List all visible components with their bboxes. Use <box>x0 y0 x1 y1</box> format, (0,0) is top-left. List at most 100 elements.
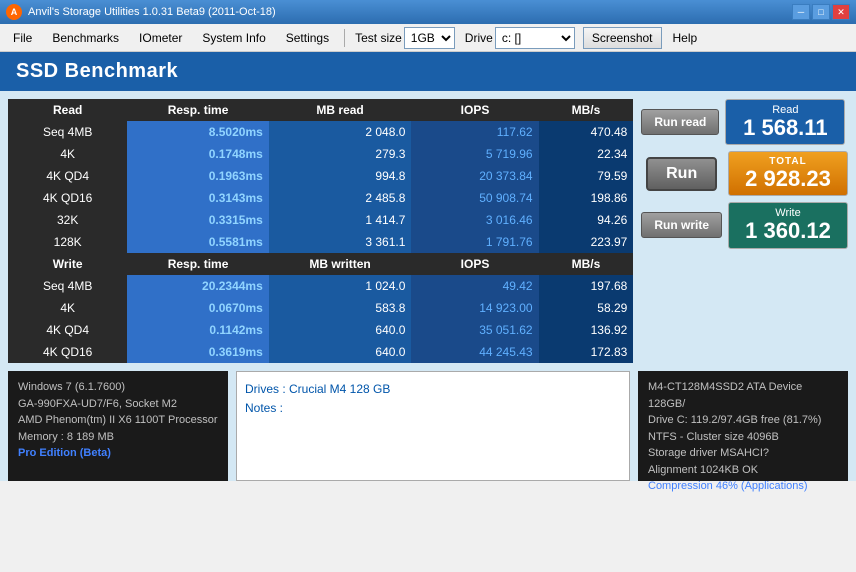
sys-os: Windows 7 (6.1.7600) <box>18 379 218 396</box>
cell-mb: 2 485.8 <box>269 187 412 209</box>
title-bar-left: A Anvil's Storage Utilities 1.0.31 Beta9… <box>6 4 276 20</box>
system-info: Windows 7 (6.1.7600) GA-990FXA-UD7/F6, S… <box>8 371 228 481</box>
cell-resp-w: 20.2344ms <box>127 275 268 297</box>
run-total-row: Run TOTAL 2 928.23 <box>641 151 848 196</box>
close-button[interactable]: ✕ <box>832 4 850 20</box>
test-size-label: Test size <box>355 31 402 45</box>
main-content: SSD Benchmark Read Resp. time MB read IO… <box>0 52 856 481</box>
screenshot-button[interactable]: Screenshot <box>583 27 662 49</box>
drive-info: M4-CT128M4SSD2 ATA Device 128GB/ Drive C… <box>638 371 848 481</box>
drive-select[interactable]: c: [] <box>495 27 575 49</box>
cell-mb-w: 1 024.0 <box>269 275 412 297</box>
cell-iops: 117.62 <box>411 121 538 143</box>
table-row: Seq 4MB 8.5020ms 2 048.0 117.62 470.48 <box>8 121 633 143</box>
sys-memory: Memory : 8 189 MB <box>18 429 218 446</box>
benchmark-table: Read Resp. time MB read IOPS MB/s Seq 4M… <box>8 99 633 363</box>
content-area: Read Resp. time MB read IOPS MB/s Seq 4M… <box>0 91 856 371</box>
drive-ntfs: NTFS - Cluster size 4096B <box>648 429 838 446</box>
write-header-row: Write Resp. time MB written IOPS MB/s <box>8 253 633 275</box>
title-bar-controls: ─ □ ✕ <box>792 4 850 20</box>
run-write-button[interactable]: Run write <box>641 212 722 238</box>
cell-mb: 2 048.0 <box>269 121 412 143</box>
menu-file[interactable]: File <box>4 27 41 49</box>
table-row: 32K 0.3315ms 1 414.7 3 016.46 94.26 <box>8 209 633 231</box>
notes-area[interactable]: Drives : Crucial M4 128 GB Notes : <box>236 371 630 481</box>
cell-iops: 5 719.96 <box>411 143 538 165</box>
col-iops: IOPS <box>411 99 538 121</box>
total-score-value: 2 928.23 <box>739 167 837 191</box>
minimize-button[interactable]: ─ <box>792 4 810 20</box>
row-label: 4K <box>8 297 127 319</box>
cell-iops-w: 44 245.43 <box>411 341 538 363</box>
table-row: 4K 0.1748ms 279.3 5 719.96 22.34 <box>8 143 633 165</box>
run-write-row: Run write Write 1 360.12 <box>641 202 848 248</box>
menu-help[interactable]: Help <box>664 27 707 49</box>
cell-mb: 279.3 <box>269 143 412 165</box>
menu-iometer[interactable]: IOmeter <box>130 27 191 49</box>
menu-bar: File Benchmarks IOmeter System Info Sett… <box>0 24 856 52</box>
cell-resp-w: 0.1142ms <box>127 319 268 341</box>
cell-resp: 0.3143ms <box>127 187 268 209</box>
table-row: Seq 4MB 20.2344ms 1 024.0 49.42 197.68 <box>8 275 633 297</box>
cell-iops-w: 14 923.00 <box>411 297 538 319</box>
cell-mb-w: 640.0 <box>269 341 412 363</box>
bottom-area: Windows 7 (6.1.7600) GA-990FXA-UD7/F6, S… <box>8 371 848 481</box>
cell-mbs: 198.86 <box>539 187 634 209</box>
cell-mbs: 470.48 <box>539 121 634 143</box>
run-read-row: Run read Read 1 568.11 <box>641 99 848 145</box>
table-row: 4K QD4 0.1142ms 640.0 35 051.62 136.92 <box>8 319 633 341</box>
cell-iops-w: 35 051.62 <box>411 319 538 341</box>
col-resp: Resp. time <box>127 99 268 121</box>
read-score-value: 1 568.11 <box>736 116 834 140</box>
write-score-box: Write 1 360.12 <box>728 202 848 248</box>
col-iops-w: IOPS <box>411 253 538 275</box>
table-row: 4K QD4 0.1963ms 994.8 20 373.84 79.59 <box>8 165 633 187</box>
cell-mb-w: 583.8 <box>269 297 412 319</box>
app-icon: A <box>6 4 22 20</box>
drive-label: Drive <box>465 31 493 45</box>
cell-mbs: 79.59 <box>539 165 634 187</box>
col-mb-read: MB read <box>269 99 412 121</box>
cell-resp-w: 0.3619ms <box>127 341 268 363</box>
cell-mb: 3 361.1 <box>269 231 412 253</box>
cell-resp: 0.5581ms <box>127 231 268 253</box>
drive-storage: Storage driver MSAHCI? <box>648 445 838 462</box>
col-resp-w: Resp. time <box>127 253 268 275</box>
col-write: Write <box>8 253 127 275</box>
row-label: 4K QD4 <box>8 319 127 341</box>
drive-c: Drive C: 119.2/97.4GB free (81.7%) <box>648 412 838 429</box>
col-mbs-w: MB/s <box>539 253 634 275</box>
cell-resp: 8.5020ms <box>127 121 268 143</box>
cell-mbs-w: 136.92 <box>539 319 634 341</box>
read-score-box: Read 1 568.11 <box>725 99 845 145</box>
menu-settings[interactable]: Settings <box>277 27 338 49</box>
col-read: Read <box>8 99 127 121</box>
maximize-button[interactable]: □ <box>812 4 830 20</box>
menu-benchmarks[interactable]: Benchmarks <box>43 27 128 49</box>
write-score-value: 1 360.12 <box>739 219 837 243</box>
cell-iops: 3 016.46 <box>411 209 538 231</box>
row-label: 4K <box>8 143 127 165</box>
drive-alignment: Alignment 1024KB OK <box>648 462 838 479</box>
cell-resp: 0.1748ms <box>127 143 268 165</box>
cell-iops: 20 373.84 <box>411 165 538 187</box>
cell-mbs: 22.34 <box>539 143 634 165</box>
row-label: Seq 4MB <box>8 121 127 143</box>
run-button[interactable]: Run <box>646 157 717 191</box>
col-mbs: MB/s <box>539 99 634 121</box>
menu-system-info[interactable]: System Info <box>193 27 274 49</box>
row-label: 32K <box>8 209 127 231</box>
test-size-select[interactable]: 1GB 2GB 4GB <box>404 27 455 49</box>
cell-mbs-w: 58.29 <box>539 297 634 319</box>
title-bar: A Anvil's Storage Utilities 1.0.31 Beta9… <box>0 0 856 24</box>
notes-drives: Drives : Crucial M4 128 GB <box>245 380 621 399</box>
notes-notes: Notes : <box>245 399 621 418</box>
table-row: 4K QD16 0.3619ms 640.0 44 245.43 172.83 <box>8 341 633 363</box>
row-label: 128K <box>8 231 127 253</box>
row-label: 4K QD16 <box>8 341 127 363</box>
cell-mbs: 94.26 <box>539 209 634 231</box>
run-read-button[interactable]: Run read <box>641 109 719 135</box>
menu-separator <box>344 29 345 47</box>
cell-resp-w: 0.0670ms <box>127 297 268 319</box>
row-label: 4K QD16 <box>8 187 127 209</box>
